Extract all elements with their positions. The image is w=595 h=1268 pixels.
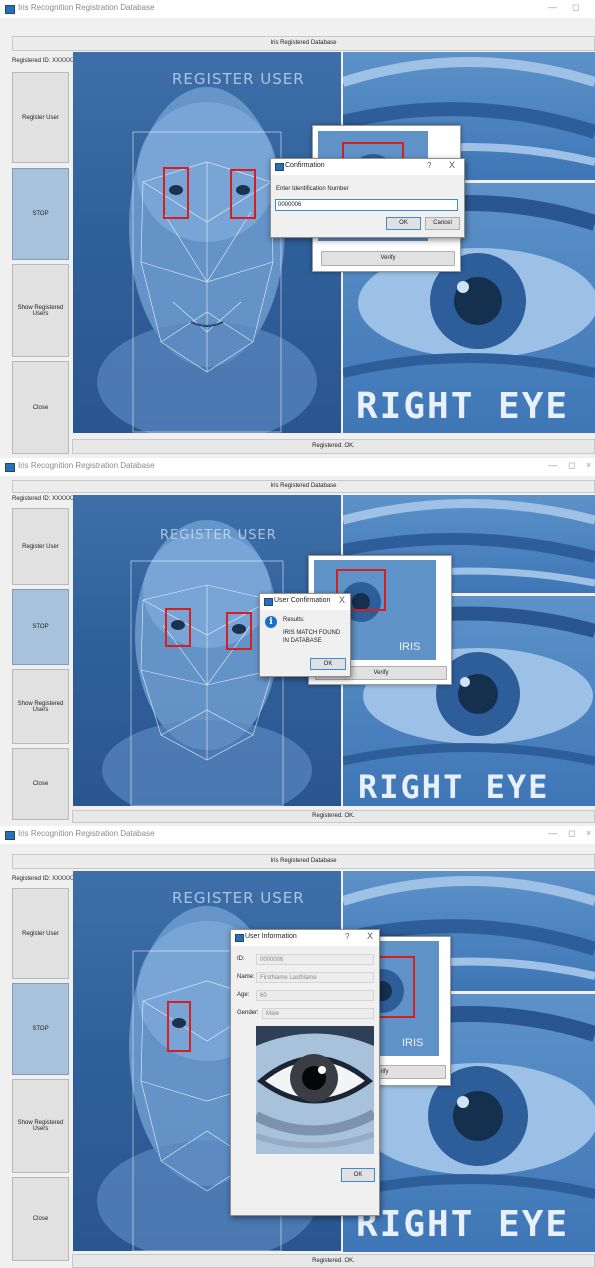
dialog-title-bar: User Information ? X <box>231 930 379 946</box>
dialog-close-button[interactable]: X <box>449 160 455 170</box>
screenshot-panel-2: Iris Recognition Registration Database —… <box>0 458 595 826</box>
register-user-overlay-text: REGISTER USER <box>172 70 305 88</box>
gender-field: Male <box>262 1008 374 1019</box>
right-eye-overlay-text: RIGHT EYE <box>356 386 570 427</box>
user-information-dialog: User Information ? X ID: 0000006 Name: F… <box>230 929 380 1216</box>
dialog-title: Confirmation <box>285 162 325 169</box>
iris-label: IRIS <box>402 1037 424 1049</box>
verify-button[interactable]: Verify <box>321 251 455 266</box>
show-registered-users-button[interactable]: Show Registered Users <box>12 669 69 744</box>
app-window-icon <box>5 463 15 472</box>
header-bar: Iris Registered Database <box>12 480 595 493</box>
help-button[interactable]: ? <box>345 932 349 941</box>
dialog-close-button[interactable]: X <box>367 931 373 941</box>
ok-button[interactable]: OK <box>386 217 421 230</box>
stop-button[interactable]: STOP <box>12 589 69 665</box>
header-bar: Iris Registered Database <box>12 36 595 51</box>
show-registered-users-button[interactable]: Show Registered Users <box>12 264 69 357</box>
dialog-title-bar: User Confirmation X <box>260 594 350 610</box>
iris-label: IRIS <box>399 641 421 653</box>
title-bar: Iris Recognition Registration Database —… <box>0 458 595 476</box>
app-window-icon <box>5 5 15 14</box>
dialog-title-bar: Confirmation ? X <box>271 159 464 175</box>
status-bar: Registered. OK. <box>72 1254 595 1268</box>
id-label: ID: <box>237 956 245 962</box>
cancel-button[interactable]: Cancel <box>425 217 460 230</box>
iris-photo <box>256 1026 374 1154</box>
registered-id-label: Registered ID: XXXXXXX <box>12 496 81 502</box>
info-icon: i <box>265 616 277 628</box>
ok-button[interactable]: OK <box>310 658 346 670</box>
close-button[interactable]: Close <box>12 1177 69 1261</box>
window-title: Iris Recognition Registration Database <box>18 461 155 470</box>
close-button[interactable]: Close <box>12 748 69 820</box>
minimize-button[interactable]: — <box>548 2 557 12</box>
name-label: Name: <box>237 974 255 980</box>
name-field: FirstName LastName <box>256 972 374 983</box>
header-bar: Iris Registered Database <box>12 854 595 869</box>
dialog-title: User Information <box>245 933 297 940</box>
stop-button[interactable]: STOP <box>12 168 69 260</box>
screenshot-panel-3: Iris Recognition Registration Database —… <box>0 826 595 1268</box>
show-registered-users-button[interactable]: Show Registered Users <box>12 1079 69 1173</box>
help-button[interactable]: ? <box>427 161 431 170</box>
id-field: 0000006 <box>256 954 374 965</box>
dialog-title: User Confirmation <box>274 597 331 604</box>
title-bar: Iris Recognition Registration Database —… <box>0 0 595 18</box>
age-label: Age: <box>237 992 250 998</box>
dialog-app-icon <box>264 598 273 606</box>
close-button[interactable]: Close <box>12 361 69 454</box>
ok-button[interactable]: OK <box>341 1168 375 1182</box>
restore-button[interactable]: ◻ <box>572 2 579 13</box>
results-label: Results: <box>283 617 305 623</box>
screenshot-panel-1: Iris Recognition Registration Database —… <box>0 0 595 458</box>
restore-button[interactable]: ◻ <box>568 460 575 471</box>
window-title: Iris Recognition Registration Database <box>18 3 155 12</box>
stop-button[interactable]: STOP <box>12 983 69 1075</box>
user-confirmation-dialog: User Confirmation X i Results: IRIS MATC… <box>259 593 351 677</box>
status-bar: Registered. OK. <box>72 439 595 454</box>
register-user-button[interactable]: Register User <box>12 508 69 585</box>
gender-label: Gender: <box>237 1010 259 1016</box>
age-field: 60 <box>256 990 374 1001</box>
register-user-button[interactable]: Register User <box>12 72 69 163</box>
title-bar: Iris Recognition Registration Database —… <box>0 826 595 844</box>
identification-number-input[interactable]: 0000006 <box>275 199 458 211</box>
dialog-close-button[interactable]: X <box>339 595 345 605</box>
window-close-button[interactable]: × <box>586 828 591 838</box>
restore-button[interactable]: ◻ <box>568 828 575 839</box>
register-user-button[interactable]: Register User <box>12 888 69 979</box>
face-scan-image <box>73 52 341 433</box>
dialog-app-icon <box>235 934 244 942</box>
right-eye-overlay-text: RIGHT EYE <box>358 768 550 806</box>
register-user-overlay-text: REGISTER USER <box>160 528 277 543</box>
id-prompt-label: Enter Identification Number <box>276 186 349 192</box>
result-message: IRIS MATCH FOUND IN DATABASE <box>283 630 341 644</box>
right-eye-overlay-text: RIGHT EYE <box>356 1204 570 1245</box>
minimize-button[interactable]: — <box>548 828 557 838</box>
app-window-icon <box>5 831 15 840</box>
registered-id-label: Registered ID: XXXXXXX <box>12 58 81 64</box>
window-title: Iris Recognition Registration Database <box>18 829 155 838</box>
window-close-button[interactable]: × <box>586 460 591 470</box>
confirmation-dialog: Confirmation ? X Enter Identification Nu… <box>270 158 465 238</box>
register-user-overlay-text: REGISTER USER <box>172 889 305 907</box>
registered-id-label: Registered ID: XXXXXXX <box>12 876 81 882</box>
dialog-app-icon <box>275 163 284 171</box>
minimize-button[interactable]: — <box>548 460 557 470</box>
status-bar: Registered. OK. <box>72 810 595 823</box>
